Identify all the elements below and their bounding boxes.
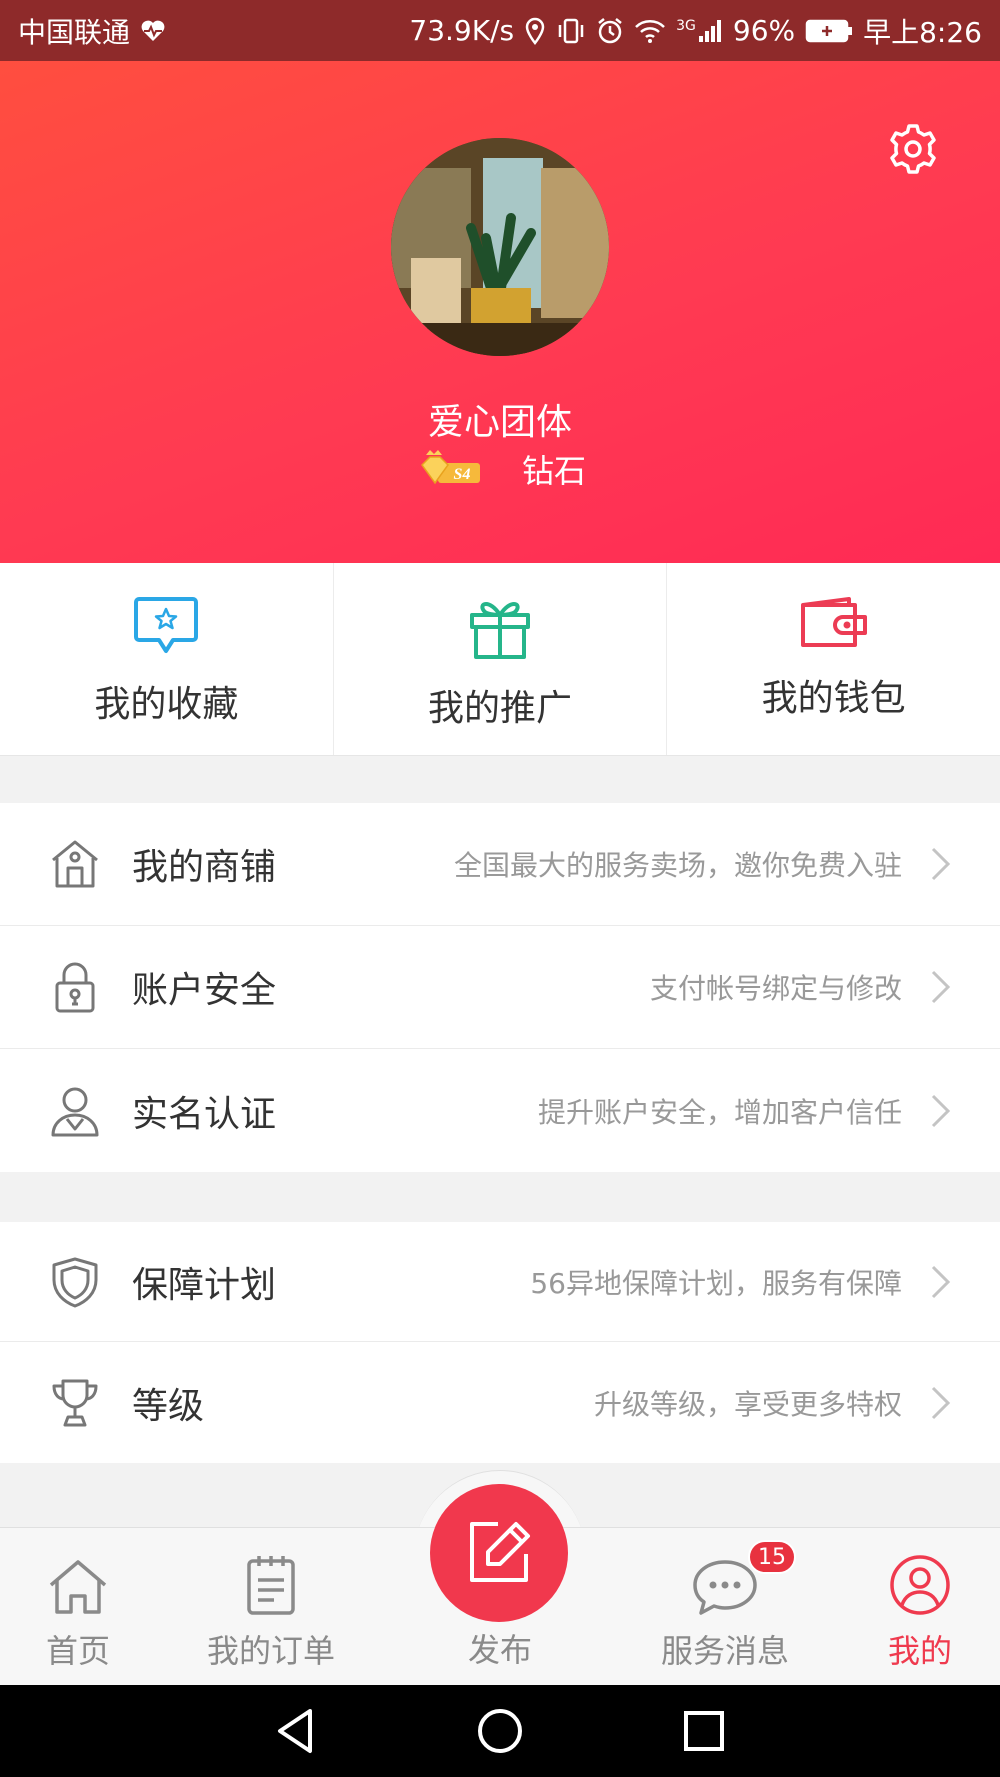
menu-item-my-store[interactable]: 我的商铺 全国最大的服务卖场，邀你免费入驻 xyxy=(0,803,1000,926)
battery-percent: 96% xyxy=(732,14,796,47)
promotion-button[interactable]: 我的推广 xyxy=(334,563,668,755)
gear-icon xyxy=(890,124,936,174)
clock: 早上8:26 xyxy=(863,15,982,49)
menu-item-level[interactable]: 等级 升级等级，享受更多特权 xyxy=(0,1342,1000,1463)
menu-description: 全国最大的服务卖场，邀你免费入驻 xyxy=(453,849,902,882)
lock-icon xyxy=(48,960,102,1014)
favorites-button[interactable]: 我的收藏 xyxy=(0,563,334,755)
svg-text:S4: S4 xyxy=(454,466,471,483)
menu-title: 等级 xyxy=(132,1385,205,1427)
menu-description: 56异地保障计划，服务有保障 xyxy=(530,1266,902,1300)
unread-badge: 15 xyxy=(748,1540,796,1574)
user-circle-icon xyxy=(890,1555,950,1615)
signal-icon: 3G xyxy=(676,18,723,44)
quick-actions: 我的收藏 我的推广 我的钱包 xyxy=(0,563,1000,756)
level-badge: S4 xyxy=(420,449,482,489)
chevron-right-icon xyxy=(930,846,952,882)
menu-description: 提升账户安全，增加客户信任 xyxy=(537,1095,902,1129)
user-name: 爱心团体 xyxy=(427,402,572,443)
star-bubble-icon xyxy=(134,597,199,653)
promotion-label: 我的推广 xyxy=(428,688,573,729)
home-nav-button[interactable] xyxy=(474,1705,526,1757)
vibrate-icon xyxy=(556,17,586,45)
menu-title: 保障计划 xyxy=(132,1264,277,1306)
trophy-icon xyxy=(48,1376,102,1430)
menu-title: 我的商铺 xyxy=(132,847,277,888)
back-button[interactable] xyxy=(270,1705,322,1757)
system-nav-bar xyxy=(0,1685,1000,1777)
publish-label: 发布 xyxy=(467,1631,532,1669)
member-level[interactable]: S4 钻石 xyxy=(420,446,586,492)
menu-description: 支付帐号绑定与修改 xyxy=(649,972,902,1005)
menu-title: 账户安全 xyxy=(132,970,277,1011)
favorites-label: 我的收藏 xyxy=(94,684,239,725)
chevron-right-icon xyxy=(930,1093,952,1129)
settings-button[interactable] xyxy=(886,122,940,176)
menu-item-real-name-auth[interactable]: 实名认证 提升账户安全，增加客户信任 xyxy=(0,1049,1000,1172)
publish-button[interactable] xyxy=(430,1484,568,1622)
menu-title: 实名认证 xyxy=(132,1093,277,1135)
menu-group-account: 我的商铺 全国最大的服务卖场，邀你免费入驻 账户安全 支付帐号绑定与修改 实名认… xyxy=(0,803,1000,1172)
chevron-right-icon xyxy=(930,1385,952,1421)
heart-rate-icon xyxy=(140,19,166,43)
home-circle-icon xyxy=(478,1709,522,1753)
menu-group-benefits: 保障计划 56异地保障计划，服务有保障 等级 升级等级，享受更多特权 xyxy=(0,1222,1000,1463)
wallet-label: 我的钱包 xyxy=(761,678,906,719)
recents-button[interactable] xyxy=(678,1705,730,1757)
home-icon xyxy=(49,1560,107,1614)
avatar[interactable] xyxy=(391,138,609,356)
wallet-icon xyxy=(800,597,867,647)
crown-diamond-icon: S4 xyxy=(421,450,480,485)
edit-icon xyxy=(470,1522,530,1582)
battery-icon xyxy=(805,19,853,43)
menu-item-account-security[interactable]: 账户安全 支付帐号绑定与修改 xyxy=(0,926,1000,1049)
chevron-right-icon xyxy=(930,1264,952,1300)
menu-item-protection-plan[interactable]: 保障计划 56异地保障计划，服务有保障 xyxy=(0,1222,1000,1342)
wallet-button[interactable]: 我的钱包 xyxy=(667,563,1000,755)
order-list-icon xyxy=(247,1556,295,1615)
shield-icon xyxy=(48,1255,102,1309)
status-bar: 中国联通 73.9K/s 3G 96% 早上8:26 xyxy=(0,0,1000,61)
alarm-icon xyxy=(596,17,624,45)
level-name: 钻石 xyxy=(522,452,587,490)
person-icon xyxy=(48,1084,102,1138)
chat-bubble-icon xyxy=(693,1560,757,1615)
network-speed: 73.9K/s xyxy=(409,14,515,47)
wifi-icon xyxy=(634,18,666,44)
gift-icon xyxy=(470,602,530,659)
recents-square-icon xyxy=(684,1711,724,1751)
avatar-photo xyxy=(391,138,609,356)
menu-description: 升级等级，享受更多特权 xyxy=(593,1387,902,1421)
back-triangle-icon xyxy=(278,1709,312,1753)
location-icon xyxy=(524,17,546,45)
carrier-label: 中国联通 xyxy=(18,15,131,49)
store-icon xyxy=(48,837,102,891)
chevron-right-icon xyxy=(930,969,952,1005)
